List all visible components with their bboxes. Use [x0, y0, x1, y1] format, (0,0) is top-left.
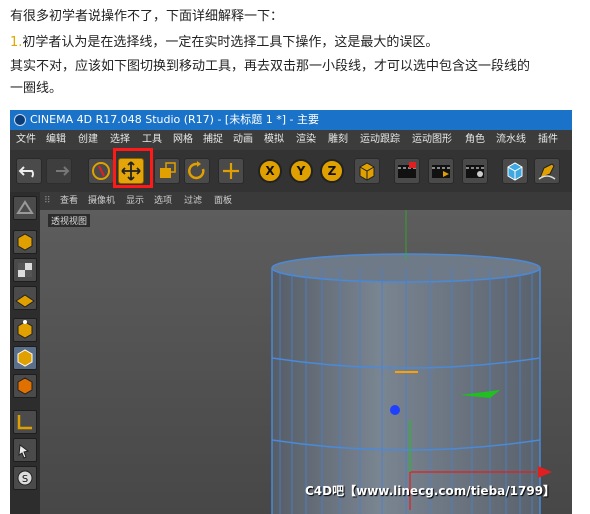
menu-tools[interactable]: 工具 [142, 130, 162, 150]
menu-animate[interactable]: 动画 [233, 130, 253, 150]
x-axis-button[interactable]: X [258, 159, 282, 183]
window-title: CINEMA 4D R17.048 Studio (R17) - [未标题 1 … [30, 113, 319, 126]
menu-bar: 文件 编辑 创建 选择 工具 网格 捕捉 动画 模拟 渲染 雕刻 运动跟踪 运动… [10, 130, 572, 150]
render-view-icon[interactable] [394, 158, 420, 184]
grip-icon: ⠿ [44, 196, 51, 206]
perspective-viewport[interactable]: 透视视图 C4D吧【www.linecg.com/tieba/1799】 [40, 210, 572, 514]
menu-plugins[interactable]: 插件 [538, 130, 558, 150]
menu-pipeline[interactable]: 流水线 [496, 130, 526, 150]
live-select-icon[interactable] [88, 158, 114, 184]
last-tool-icon[interactable] [218, 158, 244, 184]
c4d-logo-icon [14, 114, 26, 126]
menu-mograph[interactable]: 运动图形 [412, 130, 452, 150]
vmenu-view[interactable]: 查看 [60, 192, 78, 210]
pen-icon[interactable] [534, 158, 560, 184]
menu-simulate[interactable]: 模拟 [264, 130, 284, 150]
menu-render[interactable]: 渲染 [296, 130, 316, 150]
highlight-box [113, 148, 153, 188]
viewport-menu: ⠿ 查看 摄像机 显示 选项 过滤 面板 [40, 192, 572, 210]
menu-edit[interactable]: 编辑 [46, 130, 66, 150]
article-line-3: 其实不对，应该如下图切换到移动工具，再去双击那一小段线，才可以选中包含这一段线的 [10, 59, 531, 74]
polygons-mode-icon[interactable] [13, 374, 37, 398]
undo-icon[interactable] [16, 158, 42, 184]
snap-icon[interactable]: S [13, 466, 37, 490]
menu-mesh[interactable]: 网格 [173, 130, 193, 150]
title-bar: CINEMA 4D R17.048 Studio (R17) - [未标题 1 … [10, 110, 572, 130]
cylinder-mesh [271, 210, 552, 514]
menu-file[interactable]: 文件 [16, 130, 36, 150]
model-mode-icon[interactable] [13, 196, 37, 220]
render-settings-icon[interactable] [462, 158, 488, 184]
scale-icon[interactable] [154, 158, 180, 184]
menu-create[interactable]: 创建 [78, 130, 98, 150]
menu-character[interactable]: 角色 [465, 130, 485, 150]
menu-sculpt[interactable]: 雕刻 [328, 130, 348, 150]
vmenu-filter[interactable]: 过滤 [184, 192, 202, 210]
svg-text:S: S [22, 474, 28, 485]
watermark: C4D吧【www.linecg.com/tieba/1799】 [305, 484, 556, 498]
z-axis-button[interactable]: Z [320, 159, 344, 183]
redo-icon[interactable] [46, 158, 72, 184]
menu-motion-tracking[interactable]: 运动跟踪 [360, 130, 400, 150]
list-number: 1. [10, 35, 23, 50]
vmenu-display[interactable]: 显示 [126, 192, 144, 210]
coord-system-icon[interactable] [354, 158, 380, 184]
texture-mode-icon[interactable] [13, 258, 37, 282]
mode-sidebar: S [10, 192, 40, 514]
vmenu-panel[interactable]: 面板 [214, 192, 232, 210]
c4d-screenshot: CINEMA 4D R17.048 Studio (R17) - [未标题 1 … [10, 110, 572, 514]
article-line-2-text: 初学者认为是在选择线，一定在实时选择工具下操作，这是最大的误区。 [22, 35, 439, 50]
article-line-1: 有很多初学者说操作不了，下面详细解释一下： [10, 9, 284, 24]
article-line-4: 一圈线。 [10, 81, 63, 96]
cube-icon[interactable] [502, 158, 528, 184]
y-axis-button[interactable]: Y [289, 159, 313, 183]
menu-select[interactable]: 选择 [110, 130, 130, 150]
axis-mode-icon[interactable] [13, 410, 37, 434]
article-line-2: 1.初学者认为是在选择线，一定在实时选择工具下操作，这是最大的误区。 [10, 34, 438, 52]
render-picture-icon[interactable] [428, 158, 454, 184]
rotate-icon[interactable] [184, 158, 210, 184]
object-mode-icon[interactable] [13, 230, 37, 254]
menu-snap[interactable]: 捕捉 [203, 130, 223, 150]
vmenu-options[interactable]: 选项 [154, 192, 172, 210]
tweak-mode-icon[interactable] [13, 438, 37, 462]
vmenu-camera[interactable]: 摄像机 [88, 192, 115, 210]
main-toolbar: X Y Z [10, 148, 572, 193]
points-mode-icon[interactable] [13, 318, 37, 342]
workplane-icon[interactable] [13, 286, 37, 310]
edges-mode-icon[interactable] [13, 346, 37, 370]
